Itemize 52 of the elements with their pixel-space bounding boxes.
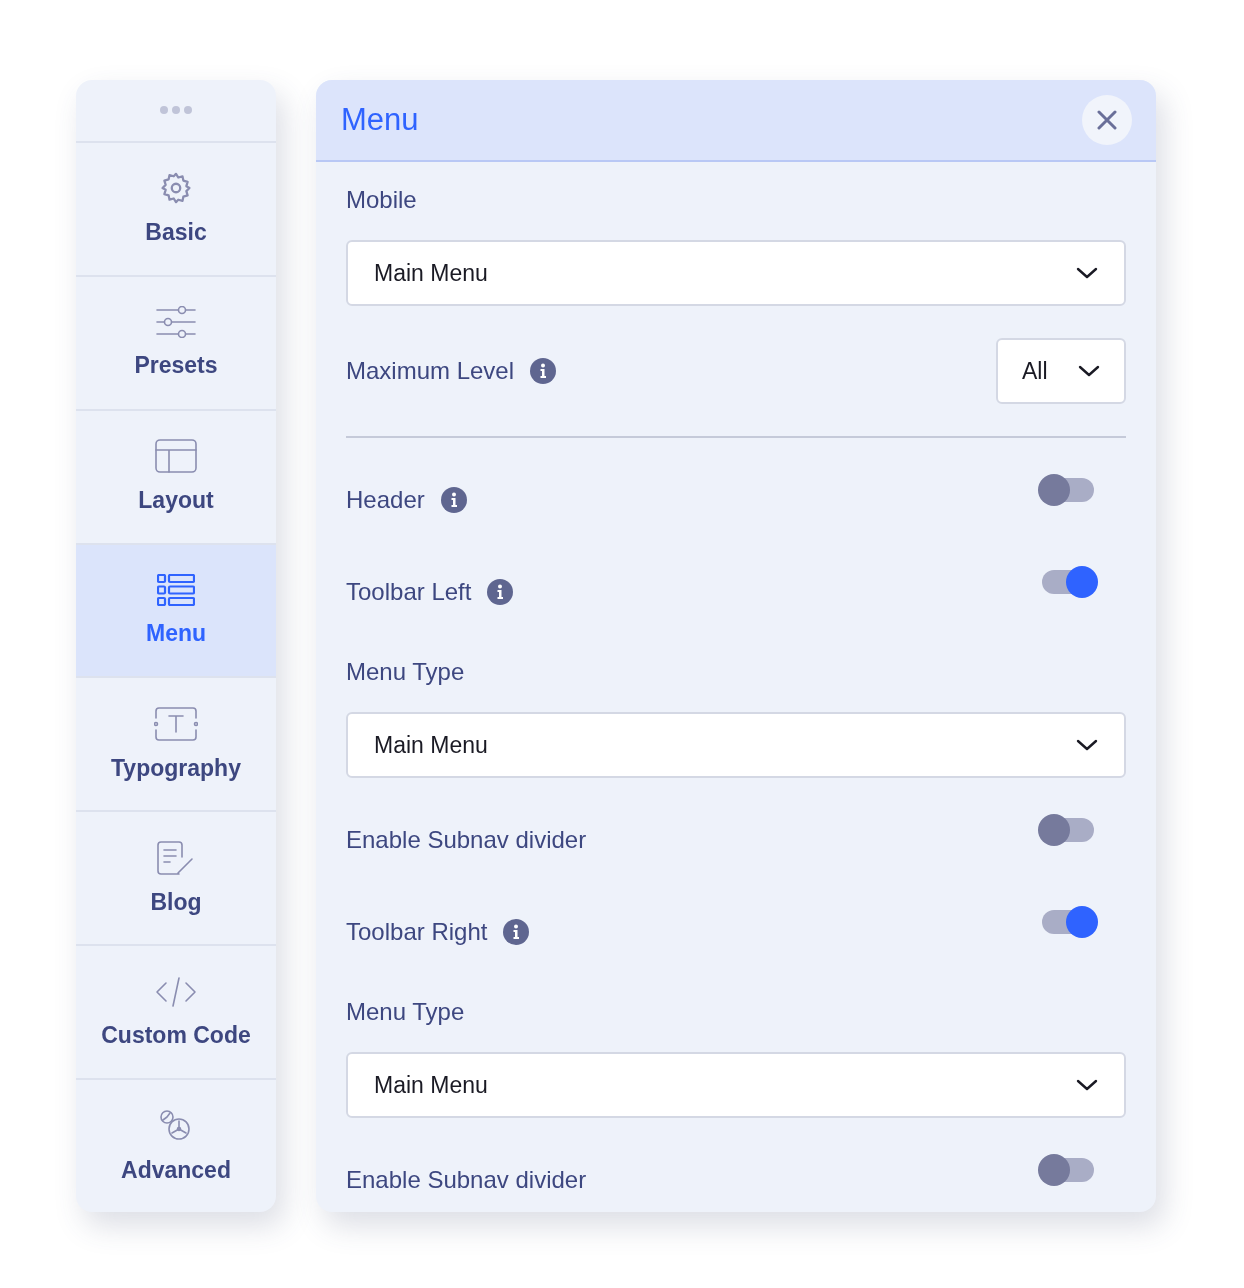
sidebar-item-label: Presets [134, 352, 218, 380]
toggle-label: Toolbar Left [346, 578, 472, 606]
layout-icon [155, 439, 197, 474]
sidebar-item-label: Menu [145, 620, 207, 647]
gear-icon [159, 171, 193, 206]
chevron-down-icon [1076, 267, 1098, 279]
select-value: All [1022, 357, 1048, 385]
sidebar-item[interactable]: Presets [76, 276, 276, 411]
field-label: Maximum Level [346, 357, 515, 385]
toggle-label: Enable Subnav divider [346, 1166, 587, 1194]
sidebar-item-label: Basic [145, 219, 207, 247]
info-icon[interactable] [487, 579, 514, 605]
sidebar-item-label: Advanced [121, 1156, 231, 1184]
chevron-down-icon [1076, 1079, 1098, 1091]
drag-handle-icon[interactable] [159, 105, 193, 116]
info-icon[interactable] [440, 487, 467, 513]
info-icon[interactable] [503, 919, 530, 945]
close-icon [1097, 110, 1117, 130]
select-field[interactable]: All [996, 338, 1126, 404]
sidebar-item[interactable]: Custom Code [76, 946, 276, 1081]
select-field[interactable]: Main Menu [346, 1052, 1126, 1118]
text-box-icon [154, 706, 198, 741]
sidebar-item-label: Blog [150, 888, 202, 916]
select-field[interactable]: Main Menu [346, 712, 1126, 778]
list-icon [157, 574, 195, 606]
panel-title: Menu [341, 102, 419, 138]
sidebar-item[interactable]: Typography [76, 678, 276, 813]
code-icon [155, 975, 197, 1008]
sidebar-item-label: Custom Code [101, 1021, 251, 1049]
sliders-icon [156, 306, 196, 339]
sidebar-item[interactable]: Blog [76, 812, 276, 947]
sidebar-item-label: Layout [138, 487, 214, 515]
sidebar-item-label: Typography [111, 754, 241, 782]
sidebar-item[interactable]: Advanced [76, 1080, 276, 1212]
toggle-label: Toolbar Right [346, 918, 488, 946]
sidebar-item[interactable]: Menu [76, 544, 276, 679]
field-label: Menu Type [346, 998, 466, 1026]
field-label: Menu Type [346, 658, 466, 686]
sidebar-item[interactable]: Basic [76, 142, 276, 277]
select-value: Main Menu [374, 1071, 488, 1099]
toggle-label: Header [346, 486, 425, 514]
chevron-down-icon [1076, 739, 1098, 751]
select-field[interactable]: Main Menu [346, 240, 1126, 306]
close-button[interactable] [1082, 95, 1132, 145]
field-label: Mobile [346, 186, 418, 214]
select-value: Main Menu [374, 259, 488, 287]
chevron-down-icon [1078, 365, 1100, 377]
document-edit-icon [156, 840, 196, 875]
toggle-label: Enable Subnav divider [346, 826, 587, 854]
gears-icon [159, 1108, 193, 1143]
info-icon[interactable] [530, 358, 557, 384]
select-value: Main Menu [374, 731, 488, 759]
